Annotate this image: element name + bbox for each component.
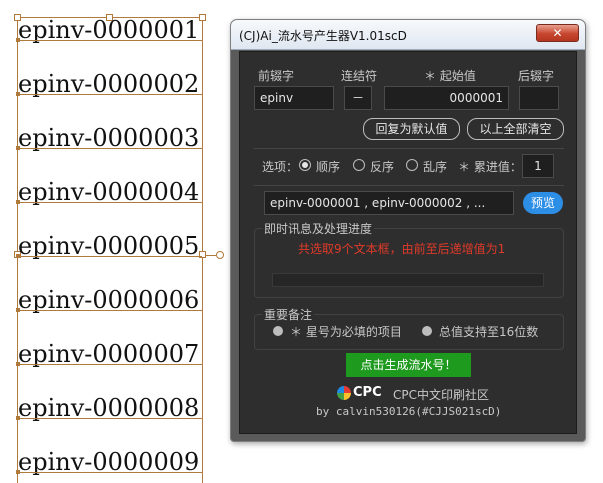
note-max-digits: 总值支持至16位数 bbox=[439, 325, 539, 339]
text-anchor bbox=[16, 362, 20, 366]
text-baseline bbox=[18, 148, 202, 149]
dialog-panel: 前辍字 连结符 ＊ 起始值 后辍字 epinv － 0000001 回复为默认值… bbox=[239, 51, 577, 434]
text-baseline bbox=[18, 472, 202, 473]
prefix-label: 前辍字 bbox=[258, 69, 295, 83]
text-anchor bbox=[16, 416, 20, 420]
cpc-logo-text: CPC bbox=[353, 385, 382, 400]
text-anchor bbox=[16, 470, 20, 474]
text-baseline bbox=[18, 310, 202, 311]
step-label: ＊ 累进值： bbox=[458, 160, 522, 174]
bullet-icon bbox=[273, 326, 283, 336]
text-anchor bbox=[16, 308, 20, 312]
text-anchor bbox=[16, 200, 20, 204]
ascending-radio[interactable] bbox=[299, 159, 311, 171]
prefix-input[interactable]: epinv bbox=[254, 86, 334, 110]
author-credit: by calvin530126(#CJJS021scD) bbox=[316, 405, 502, 418]
text-anchor bbox=[16, 146, 20, 150]
progress-bar bbox=[272, 273, 544, 287]
rotate-handle[interactable] bbox=[216, 251, 224, 259]
text-anchor bbox=[16, 92, 20, 96]
options-label: 选项： bbox=[262, 160, 299, 174]
clear-all-button[interactable]: 以上全部清空 bbox=[467, 118, 564, 140]
preview-button[interactable]: 预览 bbox=[523, 192, 563, 214]
window-titlebar[interactable]: (CJ)Ai_流水号产生器V1.01scD ✕ bbox=[231, 20, 585, 50]
generate-button[interactable]: 点击生成流水号！ bbox=[346, 353, 471, 377]
cpc-logo-icon bbox=[337, 385, 351, 400]
preview-output: epinv-0000001 , epinv-0000002 , ... bbox=[264, 191, 514, 215]
progress-group bbox=[254, 228, 564, 298]
selection-handle[interactable] bbox=[199, 14, 206, 21]
text-anchor bbox=[16, 38, 20, 42]
descending-label[interactable]: 反序 bbox=[370, 158, 394, 175]
text-anchor bbox=[16, 254, 20, 258]
notes-title: 重要备注 bbox=[262, 306, 315, 323]
divider bbox=[254, 185, 564, 186]
note-required: ＊ 星号为必填的项目 bbox=[290, 325, 402, 339]
reset-default-button[interactable]: 回复为默认值 bbox=[363, 118, 460, 140]
step-input[interactable]: 1 bbox=[522, 154, 554, 178]
suffix-label: 后辍字 bbox=[518, 69, 555, 83]
text-baseline bbox=[18, 40, 202, 41]
random-radio[interactable] bbox=[406, 159, 418, 171]
divider bbox=[254, 148, 564, 149]
screen: epinv-0000001 epinv-0000002 epinv-000000… bbox=[0, 0, 603, 483]
progress-message: 共选取9个文本框，由前至后递增值为1 bbox=[298, 242, 506, 256]
serial-generator-window: (CJ)Ai_流水号产生器V1.01scD ✕ 前辍字 连结符 ＊ 起始值 后辍… bbox=[230, 19, 586, 442]
text-baseline bbox=[18, 256, 202, 257]
community-name: CPC中文印刷社区 bbox=[393, 388, 489, 402]
close-icon: ✕ bbox=[552, 26, 563, 40]
start-value-input[interactable]: 0000001 bbox=[384, 86, 509, 110]
connector-label: 连结符 bbox=[341, 69, 378, 83]
frame-right-edge bbox=[202, 17, 203, 483]
text-baseline bbox=[18, 418, 202, 419]
artboard-canvas: epinv-0000001 epinv-0000002 epinv-000000… bbox=[0, 0, 230, 483]
suffix-input[interactable] bbox=[519, 86, 559, 110]
close-button[interactable]: ✕ bbox=[536, 24, 579, 42]
random-label[interactable]: 乱序 bbox=[423, 158, 447, 175]
text-baseline bbox=[18, 364, 202, 365]
start-value-label: ＊ 起始值 bbox=[424, 69, 476, 83]
descending-radio[interactable] bbox=[353, 159, 365, 171]
text-baseline bbox=[18, 94, 202, 95]
ascending-label[interactable]: 顺序 bbox=[316, 158, 340, 175]
connector-input[interactable]: － bbox=[344, 86, 372, 110]
bullet-icon bbox=[422, 326, 432, 336]
rotate-handle-line bbox=[206, 255, 216, 256]
progress-title: 即时讯息及处理进度 bbox=[262, 220, 375, 237]
window-title: (CJ)Ai_流水号产生器V1.01scD bbox=[239, 29, 407, 43]
text-baseline bbox=[18, 202, 202, 203]
